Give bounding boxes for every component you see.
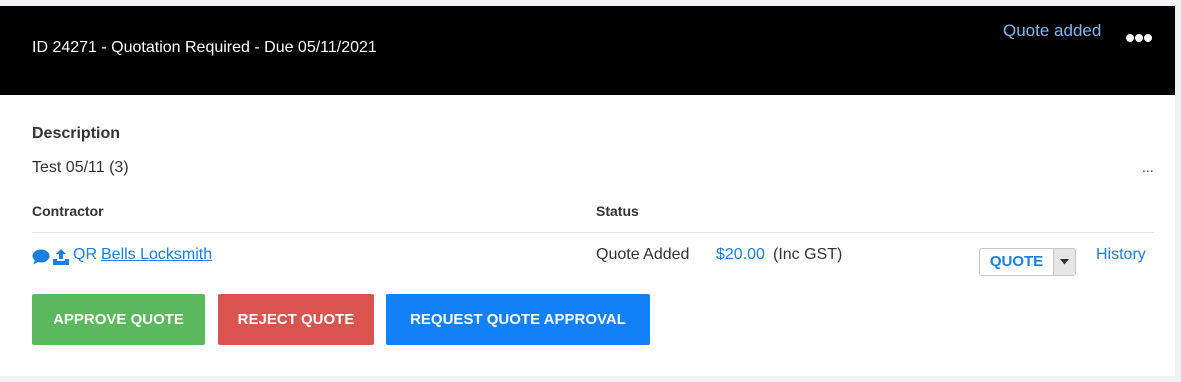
history-link[interactable]: History [1096, 246, 1146, 264]
tax-note: (Inc GST) [773, 246, 843, 263]
quote-type-select[interactable]: QUOTE [979, 248, 1076, 276]
approve-quote-button[interactable]: APPROVE QUOTE [32, 294, 205, 345]
card-header: ID 24271 - Quotation Required - Due 05/1… [0, 6, 1175, 95]
contractor-column-header: Contractor [32, 203, 104, 219]
more-horizontal-icon[interactable] [1126, 29, 1156, 42]
description-label: Description [32, 125, 121, 142]
job-card: ID 24271 - Quotation Required - Due 05/1… [0, 6, 1175, 376]
table-divider [32, 232, 1154, 233]
upload-icon[interactable] [52, 249, 70, 266]
chat-icon[interactable] [32, 249, 50, 265]
description-more[interactable]: ... [1142, 159, 1154, 175]
contractor-name-link[interactable]: Bells Locksmith [101, 246, 212, 264]
request-quote-approval-button[interactable]: REQUEST QUOTE APPROVAL [386, 294, 650, 345]
contractor-prefix: QR [73, 246, 97, 263]
quote-select-value: QUOTE [989, 253, 1044, 270]
chevron-down-icon[interactable] [1053, 249, 1075, 275]
description-text: Test 05/11 (3) [32, 159, 129, 176]
reject-quote-button[interactable]: REJECT QUOTE [218, 294, 374, 345]
job-title: ID 24271 - Quotation Required - Due 05/1… [32, 39, 377, 56]
quote-status: Quote Added [596, 246, 690, 263]
header-status: Quote added [1003, 21, 1102, 40]
quote-amount[interactable]: $20.00 [716, 246, 765, 264]
status-column-header: Status [596, 203, 639, 219]
